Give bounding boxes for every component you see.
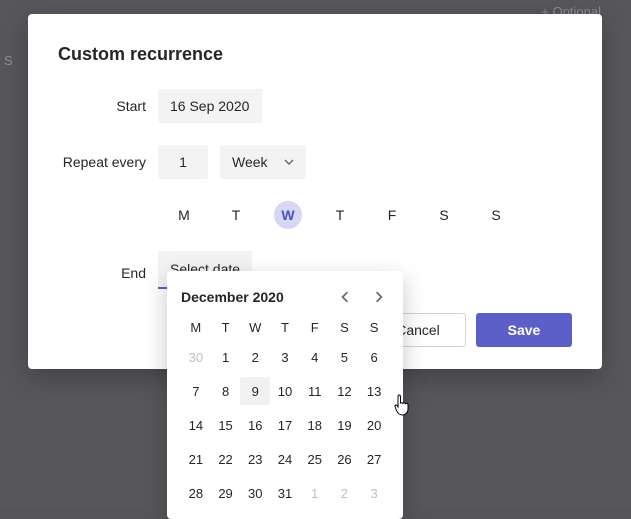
calendar-dow-row: MTWTFSS: [181, 315, 389, 339]
calendar-dow-cell: M: [181, 315, 211, 339]
repeat-unit-value: Week: [232, 154, 268, 170]
calendar-day-cell[interactable]: 1: [211, 343, 241, 371]
calendar-day-cell[interactable]: 3: [270, 343, 300, 371]
save-button[interactable]: Save: [476, 313, 572, 347]
weekday-picker: MTWTFSS: [58, 201, 572, 229]
calendar-day-cell[interactable]: 22: [211, 445, 241, 473]
calendar-day-cell[interactable]: 6: [359, 343, 389, 371]
weekday-toggle[interactable]: W: [274, 201, 302, 229]
calendar-day-cell[interactable]: 20: [359, 411, 389, 439]
calendar-day-cell[interactable]: 28: [181, 479, 211, 507]
bg-left-fragment: S: [0, 53, 13, 68]
calendar-day-cell[interactable]: 4: [300, 343, 330, 371]
repeat-row: Repeat every 1 Week: [58, 145, 572, 179]
calendar-day-cell[interactable]: 21: [181, 445, 211, 473]
calendar-day-cell[interactable]: 2: [330, 479, 360, 507]
calendar-day-cell[interactable]: 25: [300, 445, 330, 473]
calendar-day-cell[interactable]: 31: [270, 479, 300, 507]
calendar-dow-cell: W: [240, 315, 270, 339]
calendar-header: December 2020: [181, 279, 389, 315]
calendar-dow-cell: T: [270, 315, 300, 339]
calendar-day-cell[interactable]: 18: [300, 411, 330, 439]
calendar-day-cell[interactable]: 30: [181, 343, 211, 371]
prev-month-button[interactable]: [335, 287, 355, 307]
repeat-count-field[interactable]: 1: [158, 145, 208, 179]
calendar-month-title: December 2020: [181, 289, 284, 305]
calendar-day-cell[interactable]: 7: [181, 377, 211, 405]
calendar-day-cell[interactable]: 1: [300, 479, 330, 507]
calendar-day-cell[interactable]: 29: [211, 479, 241, 507]
weekday-toggle[interactable]: T: [326, 201, 354, 229]
calendar-dow-cell: S: [330, 315, 360, 339]
calendar-nav: [335, 287, 389, 307]
calendar-day-cell[interactable]: 30: [240, 479, 270, 507]
repeat-unit-select[interactable]: Week: [220, 145, 306, 179]
calendar-day-cell[interactable]: 9: [240, 377, 270, 405]
weekday-toggle[interactable]: S: [482, 201, 510, 229]
next-month-button[interactable]: [369, 287, 389, 307]
calendar-day-cell[interactable]: 12: [330, 377, 360, 405]
repeat-label: Repeat every: [58, 154, 158, 170]
calendar-day-cell[interactable]: 2: [240, 343, 270, 371]
start-row: Start 16 Sep 2020: [58, 89, 572, 123]
end-label: End: [58, 265, 158, 289]
chevron-down-icon: [284, 157, 294, 167]
calendar-dow-cell: T: [211, 315, 241, 339]
calendar-day-cell[interactable]: 14: [181, 411, 211, 439]
calendar-day-cell[interactable]: 15: [211, 411, 241, 439]
weekday-toggle[interactable]: M: [170, 201, 198, 229]
calendar-day-cell[interactable]: 19: [330, 411, 360, 439]
weekday-toggle[interactable]: S: [430, 201, 458, 229]
weekday-toggle[interactable]: F: [378, 201, 406, 229]
weekday-toggle[interactable]: T: [222, 201, 250, 229]
calendar-day-cell[interactable]: 24: [270, 445, 300, 473]
calendar-day-cell[interactable]: 27: [359, 445, 389, 473]
calendar-dow-cell: F: [300, 315, 330, 339]
calendar-day-cell[interactable]: 13: [359, 377, 389, 405]
calendar-day-cell[interactable]: 16: [240, 411, 270, 439]
calendar-day-grid: 3012345678910111213141516171819202122232…: [181, 343, 389, 507]
calendar-day-cell[interactable]: 3: [359, 479, 389, 507]
calendar-day-cell[interactable]: 17: [270, 411, 300, 439]
date-picker-popover: December 2020 MTWTFSS 301234567891011121…: [167, 271, 403, 519]
calendar-day-cell[interactable]: 8: [211, 377, 241, 405]
calendar-day-cell[interactable]: 11: [300, 377, 330, 405]
calendar-dow-cell: S: [359, 315, 389, 339]
calendar-day-cell[interactable]: 26: [330, 445, 360, 473]
calendar-day-cell[interactable]: 10: [270, 377, 300, 405]
dialog-title: Custom recurrence: [58, 44, 572, 65]
start-date-field[interactable]: 16 Sep 2020: [158, 89, 262, 123]
start-label: Start: [58, 98, 158, 114]
calendar-day-cell[interactable]: 5: [330, 343, 360, 371]
calendar-day-cell[interactable]: 23: [240, 445, 270, 473]
